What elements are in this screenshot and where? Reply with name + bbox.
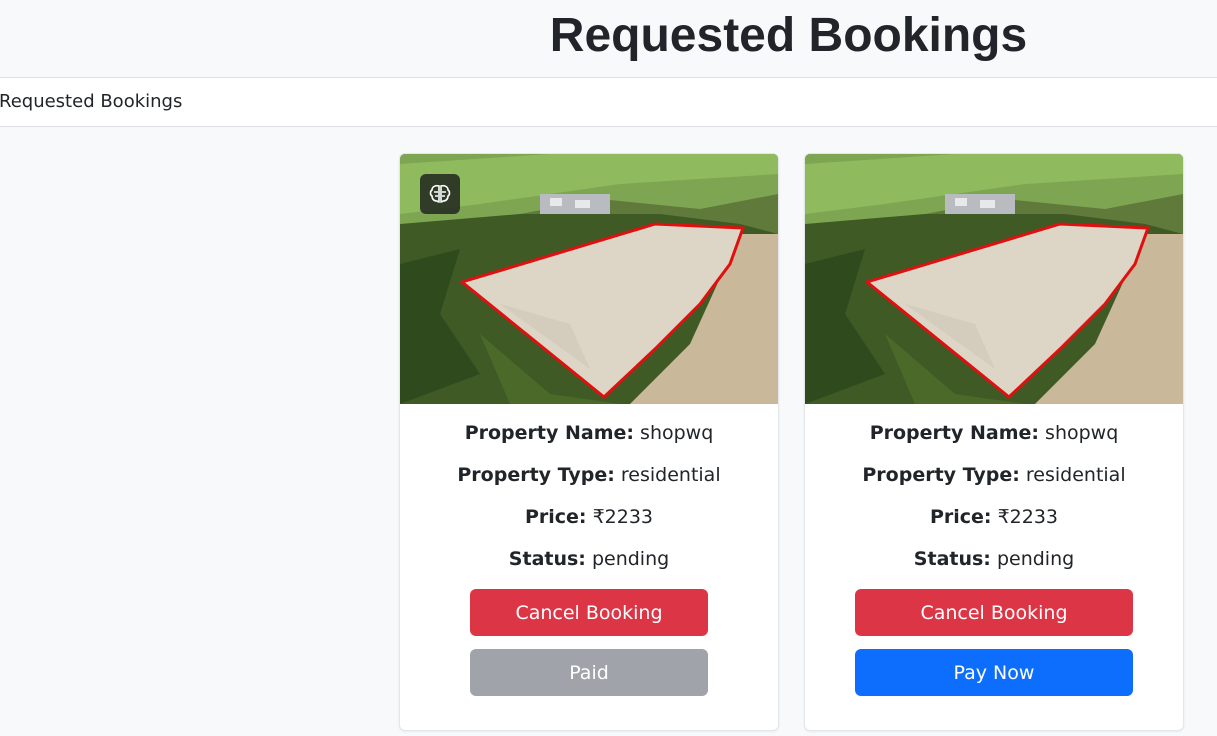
property-name-row: Property Name: shopwq bbox=[400, 421, 778, 445]
property-name-value: shopwq bbox=[1045, 422, 1119, 444]
status-label: Status: bbox=[913, 548, 991, 570]
booking-details: Property Name: shopwq Property Type: res… bbox=[805, 404, 1183, 696]
cancel-booking-button[interactable]: Cancel Booking bbox=[855, 589, 1133, 636]
price-row: Price: ₹2233 bbox=[400, 505, 778, 529]
property-image bbox=[805, 154, 1183, 404]
aerial-field-image bbox=[805, 154, 1183, 404]
booking-details: Property Name: shopwq Property Type: res… bbox=[400, 404, 778, 696]
booking-card: Property Name: shopwq Property Type: res… bbox=[804, 153, 1184, 731]
nav-bar: Requested Bookings bbox=[0, 77, 1217, 127]
brain-icon bbox=[429, 184, 451, 203]
cancel-booking-button[interactable]: Cancel Booking bbox=[470, 589, 708, 636]
pay-now-button[interactable]: Pay Now bbox=[855, 649, 1133, 696]
paid-button[interactable]: Paid bbox=[470, 649, 708, 696]
price-row: Price: ₹2233 bbox=[805, 505, 1183, 529]
price-value: ₹2233 bbox=[997, 506, 1059, 528]
price-label: Price: bbox=[524, 506, 587, 528]
status-label: Status: bbox=[508, 548, 586, 570]
status-value: pending bbox=[591, 548, 670, 570]
property-name-label: Property Name: bbox=[869, 422, 1039, 444]
price-value: ₹2233 bbox=[592, 506, 654, 528]
property-type-label: Property Type: bbox=[862, 464, 1020, 486]
page-title: Requested Bookings bbox=[549, 9, 1028, 62]
status-value: pending bbox=[996, 548, 1075, 570]
property-type-value: residential bbox=[620, 464, 721, 486]
price-label: Price: bbox=[929, 506, 992, 528]
property-type-label: Property Type: bbox=[457, 464, 615, 486]
property-name-row: Property Name: shopwq bbox=[805, 421, 1183, 445]
status-row: Status: pending bbox=[400, 547, 778, 571]
property-type-row: Property Type: residential bbox=[400, 463, 778, 487]
nav-link-requested-bookings[interactable]: Requested Bookings bbox=[0, 91, 182, 112]
ai-badge-button[interactable] bbox=[420, 174, 460, 214]
property-image bbox=[400, 154, 778, 404]
booking-card: Property Name: shopwq Property Type: res… bbox=[399, 153, 779, 731]
property-type-row: Property Type: residential bbox=[805, 463, 1183, 487]
property-name-value: shopwq bbox=[640, 422, 714, 444]
property-name-label: Property Name: bbox=[464, 422, 634, 444]
status-row: Status: pending bbox=[805, 547, 1183, 571]
property-type-value: residential bbox=[1025, 464, 1126, 486]
